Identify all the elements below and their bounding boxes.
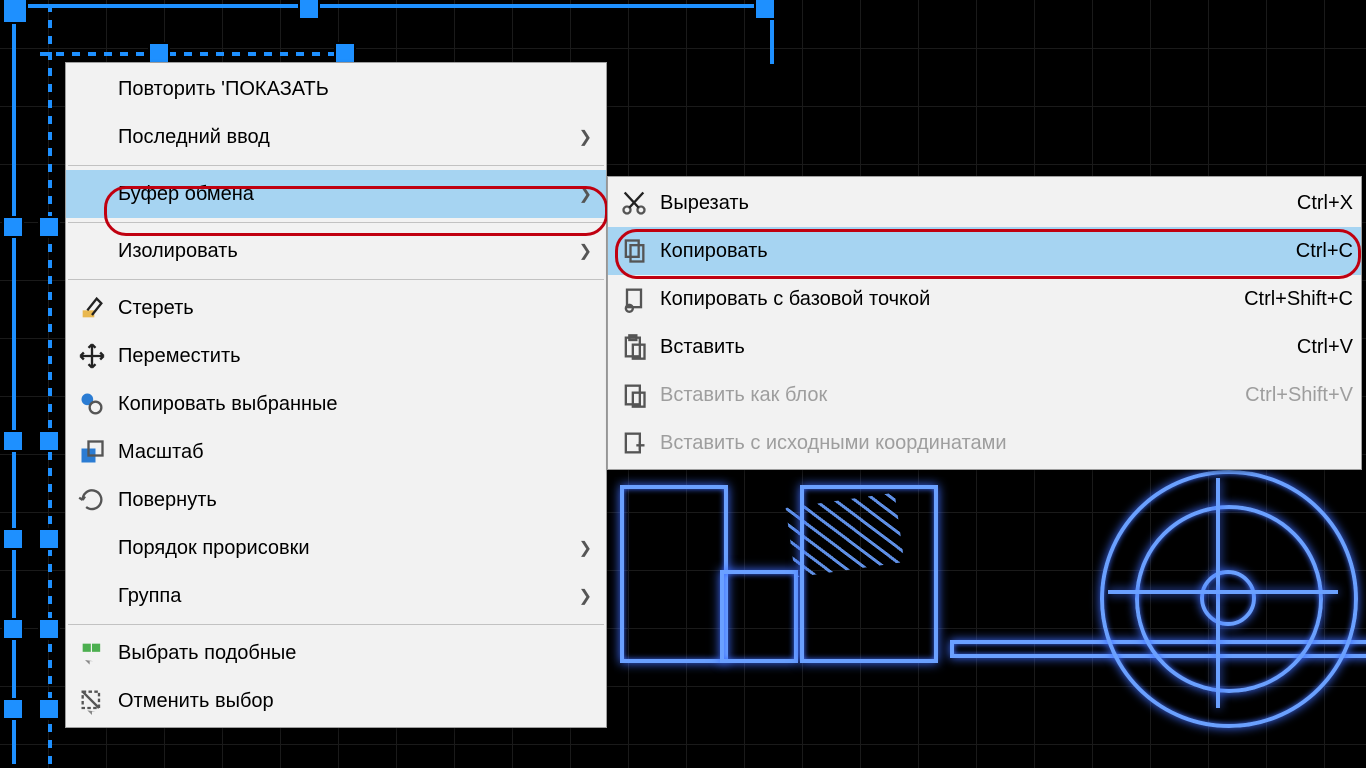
select-similar-icon	[66, 639, 118, 667]
menu-separator	[68, 624, 604, 625]
chevron-right-icon: ❯	[562, 241, 598, 261]
menu-label: Повторить 'ПОКАЗАТЬ	[118, 78, 598, 101]
menu-separator	[68, 222, 604, 223]
deselect-icon	[66, 687, 118, 715]
menu-label: Переместить	[118, 345, 598, 368]
menu-label: Порядок прорисовки	[118, 537, 562, 560]
menu-item-repeat[interactable]: Повторить 'ПОКАЗАТЬ	[66, 65, 606, 113]
menu-label: Выбрать подобные	[118, 642, 598, 665]
paste-coords-icon	[608, 429, 660, 457]
submenu-label: Вставить как блок	[660, 384, 1205, 407]
menu-item-copy-selected[interactable]: Копировать выбранные	[66, 380, 606, 428]
copy-basepoint-icon	[608, 285, 660, 313]
menu-label: Масштаб	[118, 441, 598, 464]
paste-icon	[608, 333, 660, 361]
menu-item-group[interactable]: Группа ❯	[66, 572, 606, 620]
menu-label: Повернуть	[118, 489, 598, 512]
move-icon	[66, 342, 118, 370]
submenu-item-paste-block: Вставить как блок Ctrl+Shift+V	[608, 371, 1361, 419]
menu-label: Копировать выбранные	[118, 393, 598, 416]
submenu-label: Вставить с исходными координатами	[660, 432, 1313, 455]
menu-item-scale[interactable]: Масштаб	[66, 428, 606, 476]
copy-selected-icon	[66, 390, 118, 418]
submenu-label: Вставить	[660, 336, 1257, 359]
submenu-shortcut: Ctrl+Shift+V	[1205, 384, 1353, 407]
context-menu[interactable]: Повторить 'ПОКАЗАТЬ Последний ввод ❯ Буф…	[65, 62, 607, 728]
chevron-right-icon: ❯	[562, 184, 598, 204]
menu-item-erase[interactable]: Стереть	[66, 284, 606, 332]
menu-label: Буфер обмена	[118, 183, 562, 206]
submenu-shortcut: Ctrl+Shift+C	[1204, 288, 1353, 311]
menu-item-draw-order[interactable]: Порядок прорисовки ❯	[66, 524, 606, 572]
menu-item-move[interactable]: Переместить	[66, 332, 606, 380]
chevron-right-icon: ❯	[562, 586, 598, 606]
menu-item-select-similar[interactable]: Выбрать подобные	[66, 629, 606, 677]
menu-label: Изолировать	[118, 240, 562, 263]
menu-label: Стереть	[118, 297, 598, 320]
menu-item-last-input[interactable]: Последний ввод ❯	[66, 113, 606, 161]
menu-separator	[68, 279, 604, 280]
clipboard-submenu[interactable]: Вырезать Ctrl+X Копировать Ctrl+C Копиро…	[607, 176, 1362, 470]
menu-label: Группа	[118, 585, 562, 608]
menu-item-clipboard[interactable]: Буфер обмена ❯	[66, 170, 606, 218]
scale-icon	[66, 438, 118, 466]
submenu-label: Копировать	[660, 240, 1256, 263]
menu-label: Отменить выбор	[118, 690, 598, 713]
paste-block-icon	[608, 381, 660, 409]
submenu-shortcut: Ctrl+X	[1257, 192, 1353, 215]
submenu-shortcut: Ctrl+V	[1257, 336, 1353, 359]
menu-separator	[68, 165, 604, 166]
erase-icon	[66, 294, 118, 322]
submenu-item-paste[interactable]: Вставить Ctrl+V	[608, 323, 1361, 371]
chevron-right-icon: ❯	[562, 538, 598, 558]
submenu-item-paste-original-coords: Вставить с исходными координатами	[608, 419, 1361, 467]
submenu-item-cut[interactable]: Вырезать Ctrl+X	[608, 179, 1361, 227]
menu-label: Последний ввод	[118, 126, 562, 149]
cut-icon	[608, 189, 660, 217]
copy-icon	[608, 237, 660, 265]
submenu-item-copy[interactable]: Копировать Ctrl+C	[608, 227, 1361, 275]
menu-item-rotate[interactable]: Повернуть	[66, 476, 606, 524]
menu-item-isolate[interactable]: Изолировать ❯	[66, 227, 606, 275]
submenu-label: Копировать с базовой точкой	[660, 288, 1204, 311]
submenu-shortcut: Ctrl+C	[1256, 240, 1353, 263]
rotate-icon	[66, 486, 118, 514]
submenu-label: Вырезать	[660, 192, 1257, 215]
menu-item-deselect[interactable]: Отменить выбор	[66, 677, 606, 725]
chevron-right-icon: ❯	[562, 127, 598, 147]
submenu-item-copy-basepoint[interactable]: Копировать с базовой точкой Ctrl+Shift+C	[608, 275, 1361, 323]
